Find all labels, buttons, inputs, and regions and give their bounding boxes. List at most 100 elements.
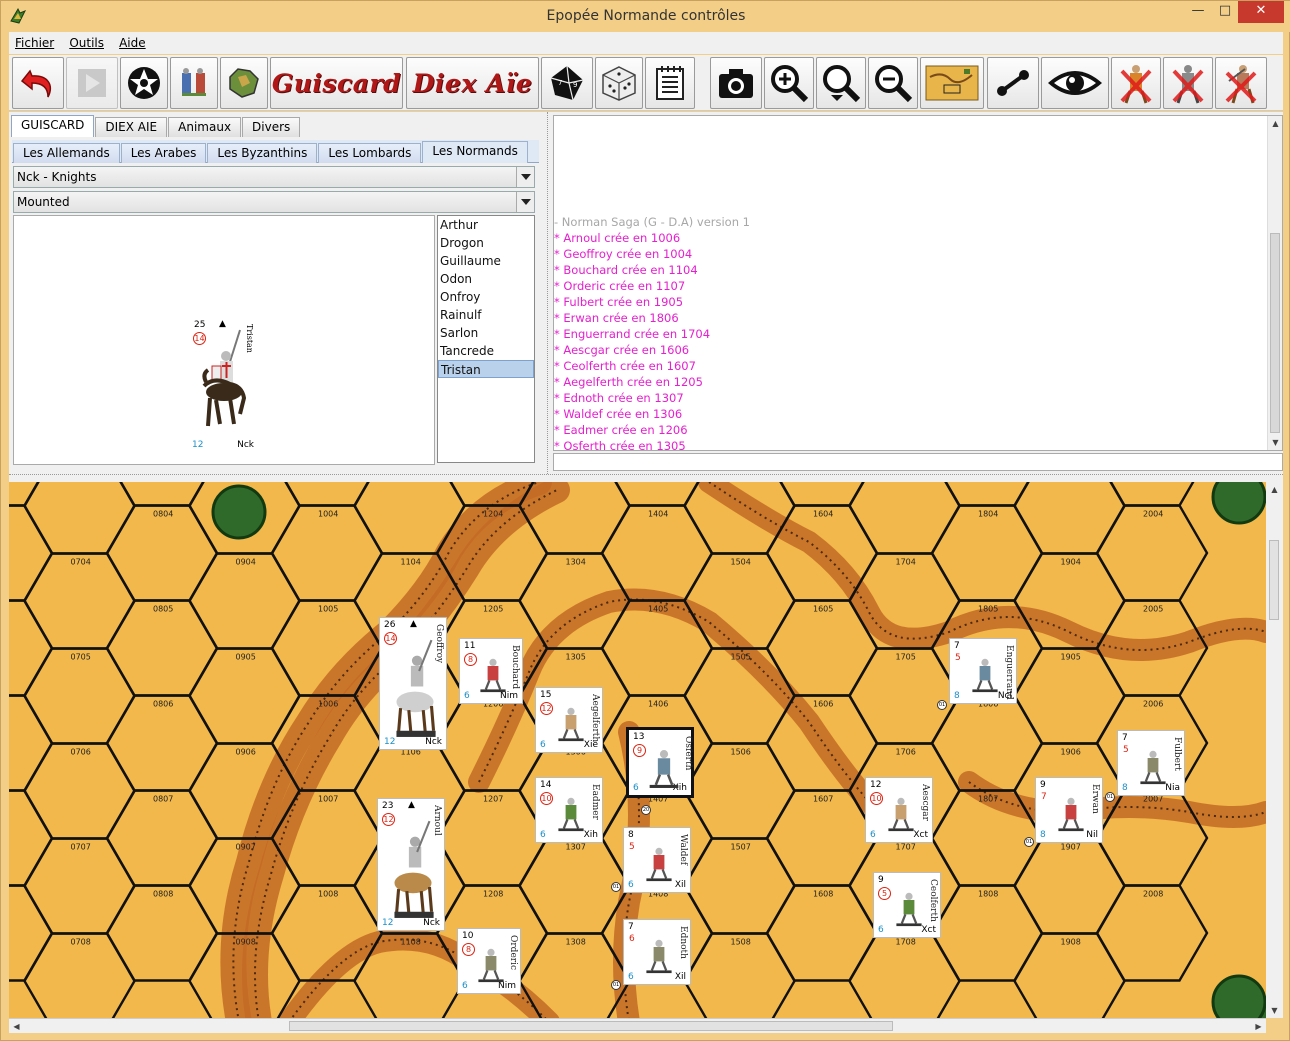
hex-cell[interactable] (765, 884, 879, 982)
map-button[interactable] (220, 57, 268, 109)
chevron-down-icon[interactable] (516, 192, 534, 212)
target-button[interactable] (120, 57, 168, 109)
hex-cell[interactable] (9, 504, 54, 602)
hex-cell[interactable] (23, 552, 136, 650)
remove-counter-button[interactable] (1111, 57, 1161, 109)
unit-counter-bouchard[interactable]: 11 8 Bouchard 6 Nim (459, 638, 523, 704)
tab-animaux[interactable]: Animaux (168, 117, 242, 137)
chevron-down-icon[interactable] (516, 167, 534, 187)
board-vertical-scrollbar[interactable]: ▲ ▼ (1266, 482, 1283, 1018)
zoom-out-button[interactable] (868, 57, 918, 109)
stack-marker[interactable]: 20 (641, 805, 651, 815)
vertical-splitter[interactable] (543, 112, 553, 474)
hex-cell[interactable] (9, 884, 54, 982)
visibility-button[interactable] (1041, 57, 1109, 109)
menu-fichier[interactable]: Fichier (9, 32, 58, 50)
play-button[interactable] (66, 57, 118, 109)
unit-counter-fulbert[interactable]: 7 5 Fulbert 8 Nia (1117, 730, 1185, 796)
scroll-thumb[interactable] (1270, 233, 1280, 433)
stack-marker[interactable]: 01 (1105, 792, 1115, 802)
scroll-up-icon[interactable]: ▲ (1268, 116, 1282, 131)
menu-aide[interactable]: Aide (113, 32, 150, 50)
hex-cell[interactable] (1013, 837, 1126, 935)
hex-cell[interactable] (188, 552, 301, 650)
hex-cell[interactable] (1097, 482, 1207, 507)
hex-cell[interactable] (9, 789, 54, 887)
tab-arabes[interactable]: Les Arabes (120, 143, 207, 163)
list-item[interactable]: Onfroy (438, 288, 534, 306)
diex-aie-button[interactable]: Diex Aïe (406, 57, 539, 109)
unit-counter-aescgar[interactable]: 12 10 Aescgar 6 Xct (865, 777, 933, 843)
d6-button[interactable] (595, 57, 643, 109)
undo-button[interactable] (12, 57, 64, 109)
hex-cell[interactable] (23, 837, 136, 935)
unit-counter-ceolferth[interactable]: 9 5 Ceolferth 6 Xct (873, 872, 941, 938)
hex-cell[interactable] (9, 694, 54, 792)
scroll-thumb[interactable] (1269, 540, 1279, 620)
hex-cell[interactable] (1013, 647, 1126, 745)
notepad-button[interactable] (645, 57, 695, 109)
list-item[interactable]: Sarlon (438, 324, 534, 342)
list-item[interactable]: Arthur (438, 216, 534, 234)
maximize-button[interactable]: □ (1211, 1, 1239, 23)
scroll-left-icon[interactable]: ◀ (9, 1019, 24, 1034)
stack-marker[interactable]: 01 (611, 882, 621, 892)
unit-counter-arnoul[interactable]: 23 12 Arnoul 12 Nck ▲ (377, 798, 445, 931)
hex-cell[interactable] (1095, 884, 1209, 982)
hex-cell[interactable] (105, 504, 219, 602)
horizontal-splitter[interactable] (9, 474, 1283, 482)
close-button[interactable]: ✕ (1238, 1, 1284, 23)
tab-diex-aie[interactable]: DIEX AIE (95, 117, 168, 137)
list-item[interactable]: Guillaume (438, 252, 534, 270)
tab-guiscard[interactable]: GUISCARD (11, 115, 95, 137)
hex-cell[interactable] (930, 884, 1044, 982)
scroll-down-icon[interactable]: ▼ (1268, 435, 1282, 450)
d10-button[interactable]: 79 (541, 57, 593, 109)
board-overview-button[interactable] (920, 57, 984, 109)
guiscard-button[interactable]: Guiscard (270, 57, 403, 109)
log-input[interactable] (553, 453, 1283, 471)
unit-counter-osferth[interactable]: 13 9 Osferth 6 Xih (626, 727, 694, 798)
soldiers-button[interactable] (170, 57, 218, 109)
hex-cell[interactable] (683, 742, 796, 840)
board-horizontal-scrollbar[interactable]: ◀ ▶ (9, 1018, 1266, 1033)
unit-counter-geoffroy[interactable]: 26 14 Geoffroy 12 Nck ▲ (379, 617, 447, 750)
mode-select[interactable]: Mounted (13, 191, 535, 213)
tab-divers[interactable]: Divers (242, 117, 301, 137)
scroll-down-icon[interactable]: ▼ (1266, 1003, 1283, 1018)
stack-marker[interactable]: 01 (611, 980, 621, 990)
hex-cell[interactable] (1095, 504, 1209, 602)
hex-cell[interactable] (23, 647, 136, 745)
unit-counter-enguerrand[interactable]: 7 5 Enguerrand 8 Ncl (949, 638, 1017, 704)
preview-counter[interactable]: 25 ▲ 14 Tristan 12 Nck (192, 319, 256, 450)
remove-all-button[interactable] (1163, 57, 1213, 109)
stack-marker[interactable]: 01 (1024, 837, 1034, 847)
hex-cell[interactable] (930, 504, 1044, 602)
line-of-sight-button[interactable] (987, 57, 1039, 109)
scroll-thumb[interactable] (289, 1021, 893, 1031)
hex-cell[interactable] (105, 694, 219, 792)
hex-cell[interactable] (188, 647, 301, 745)
unit-type-select[interactable]: Nck - Knights (13, 166, 535, 188)
hex-cell[interactable] (930, 694, 1044, 792)
list-item[interactable]: Drogon (438, 234, 534, 252)
hex-cell[interactable] (1013, 482, 1126, 555)
tab-lombards[interactable]: Les Lombards (318, 143, 422, 163)
unit-counter-erwan[interactable]: 9 7 Erwan 8 Nil (1035, 777, 1103, 843)
minimize-button[interactable]: — (1184, 1, 1212, 23)
stack-marker[interactable]: 01 (937, 700, 947, 710)
unit-counter-orderic[interactable]: 10 8 Orderic 6 Nim (457, 928, 521, 994)
list-item-selected[interactable]: Tristan (438, 360, 534, 378)
scroll-up-icon[interactable]: ▲ (1266, 482, 1283, 497)
list-item[interactable]: Rainulf (438, 306, 534, 324)
tab-allemands[interactable]: Les Allemands (13, 143, 120, 163)
hex-cell[interactable] (270, 504, 384, 602)
zoom-in-button[interactable] (764, 57, 814, 109)
list-item[interactable]: Tancrede (438, 342, 534, 360)
screenshot-button[interactable] (710, 57, 762, 109)
hex-cell[interactable] (600, 504, 714, 602)
zoom-button[interactable] (816, 57, 866, 109)
hex-cell[interactable] (23, 742, 136, 840)
game-board[interactable]: 0603070308030903100311031203130314031503… (9, 482, 1266, 1018)
hex-cell[interactable] (105, 789, 219, 887)
